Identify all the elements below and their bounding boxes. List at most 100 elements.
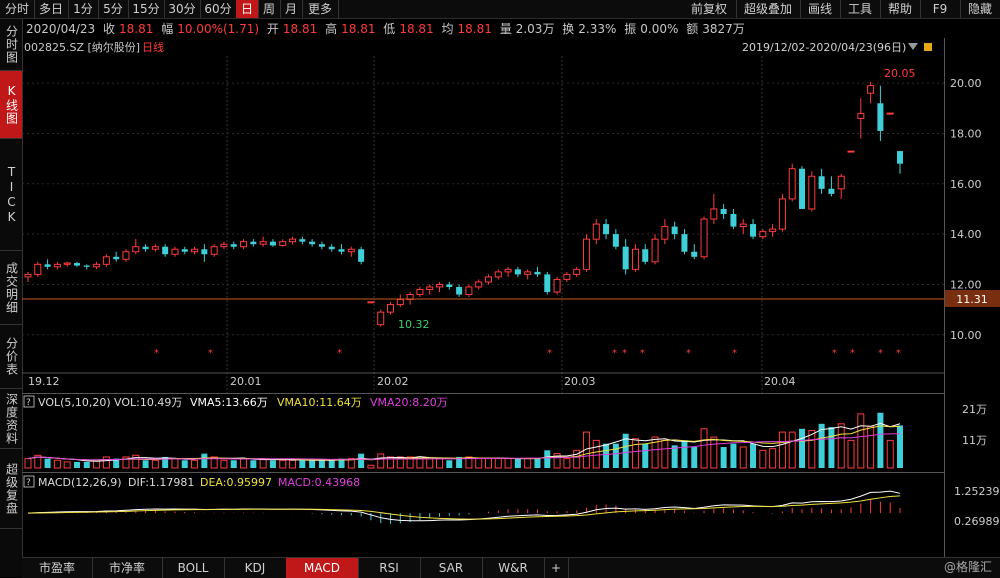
volume-bar (778, 431, 786, 469)
bottom-tab-0[interactable]: 市盈率 (22, 558, 93, 578)
vma10-value: VMA10:11.64万 (277, 396, 362, 409)
event-marker: * (896, 348, 901, 359)
candle-body (524, 271, 532, 275)
volume-bar (102, 456, 110, 469)
quote-high: 18.81 (341, 22, 376, 36)
candle-body (24, 273, 32, 278)
candle-body (484, 276, 492, 283)
candle-body (818, 176, 825, 189)
volume-bar (603, 443, 610, 468)
toolbar-right-item-6[interactable]: 隐藏 (960, 0, 1000, 18)
lock-icon[interactable] (924, 43, 932, 51)
candle-body (318, 244, 325, 247)
candle-body (828, 188, 835, 194)
quote-close: 18.81 (119, 22, 154, 36)
volume-bar (230, 460, 237, 468)
candle-body (201, 249, 208, 255)
low-annotation: 10.32 (398, 318, 430, 331)
date-axis: 19.12 20.01 20.02 20.03 20.04 (28, 375, 796, 388)
toolbar-item-8[interactable]: 周 (258, 0, 281, 18)
svg-text:?: ? (26, 478, 31, 488)
date-tick: 20.03 (564, 375, 596, 388)
quote-amplitude: 0.00% (640, 22, 679, 36)
candle-body (230, 244, 237, 247)
watermark: @格隆汇 (943, 560, 992, 574)
toolbar-right-item-2[interactable]: 画线 (800, 0, 841, 18)
candle-body (573, 268, 581, 275)
bottom-tab-3[interactable]: KDJ (224, 558, 287, 578)
toolbar-right-item-4[interactable]: 帮助 (880, 0, 921, 18)
volume-bar (867, 425, 875, 469)
volume-bar (631, 438, 639, 469)
candle-body (102, 256, 110, 265)
volume-bar (877, 412, 884, 468)
candle-body (83, 265, 90, 267)
volume-bar (759, 449, 767, 469)
volume-bar (544, 450, 551, 468)
candle-body (494, 271, 502, 278)
bottom-tab-1[interactable]: 市净率 (92, 558, 163, 578)
candle-body (367, 301, 375, 304)
toolbar-item-6[interactable]: 60分 (200, 0, 237, 18)
volume-bar (681, 440, 688, 468)
volume-bar (847, 439, 855, 469)
candle-body (720, 208, 727, 214)
toolbar-item-7[interactable]: 日 (236, 0, 259, 18)
volume-bar (563, 458, 571, 469)
candle-body (514, 269, 521, 275)
svg-text:?: ? (26, 398, 31, 408)
left-tab-1[interactable]: K线图 (0, 71, 22, 139)
left-tab-5[interactable]: 深度资料 (0, 389, 22, 449)
toolbar-item-5[interactable]: 30分 (164, 0, 201, 18)
left-tab-6[interactable]: 超级复盘 (0, 449, 22, 529)
candle-body (769, 228, 777, 233)
vma5-value: VMA5:13.66万 (190, 396, 268, 409)
volume-bar (318, 460, 325, 468)
bottom-tab-4[interactable]: MACD (286, 558, 359, 578)
toolbar-item-2[interactable]: 1分 (68, 0, 99, 18)
volume-bar (328, 460, 335, 468)
candle-body (338, 249, 345, 252)
volume-bar (63, 461, 71, 469)
left-tab-3[interactable]: 成交明细 (0, 251, 22, 325)
toolbar-item-4[interactable]: 15分 (128, 0, 165, 18)
candle-body (475, 281, 483, 288)
toolbar-right-item-5[interactable]: F9 (920, 0, 961, 18)
price-tick: 20.00 (950, 77, 982, 90)
volume-bar (799, 428, 806, 468)
candle-body (309, 241, 316, 245)
toolbar-item-9[interactable]: 月 (280, 0, 303, 18)
bottom-tab-5[interactable]: RSI (358, 558, 421, 578)
toolbar-item-0[interactable]: 分时 (0, 0, 35, 18)
volume-bar (720, 447, 727, 468)
toolbar-item-3[interactable]: 5分 (98, 0, 129, 18)
volume-bar (769, 448, 777, 469)
volume-bar (358, 453, 365, 468)
left-tab-4[interactable]: 分价表 (0, 325, 22, 389)
bottom-tab-2[interactable]: BOLL (162, 558, 225, 578)
bottom-tab-8[interactable]: + (544, 558, 569, 578)
quote-low-label: 低 (383, 22, 396, 36)
toolbar-right-item-0[interactable]: 前复权 (682, 0, 737, 18)
toolbar-item-1[interactable]: 多日 (34, 0, 69, 18)
candle-body (63, 262, 71, 265)
candle-body (358, 249, 365, 262)
toolbar-right-item-3[interactable]: 工具 (840, 0, 881, 18)
bottom-tab-7[interactable]: W&R (482, 558, 545, 578)
volume-bar (730, 443, 737, 468)
left-tabs: 分时图 K线图 TICK 成交明细 分价表 深度资料 超级复盘 (0, 19, 23, 577)
volume-bar (73, 461, 80, 468)
left-tab-0[interactable]: 分时图 (0, 19, 22, 71)
range-dropdown-icon[interactable] (908, 43, 918, 50)
toolbar-item-10[interactable]: 更多 (302, 0, 339, 18)
candle-body (612, 234, 619, 247)
candle-body (289, 238, 297, 243)
left-tab-2[interactable]: TICK (0, 139, 22, 251)
volume-bar (524, 458, 532, 469)
volume-bar (279, 459, 287, 469)
bottom-tab-6[interactable]: SAR (420, 558, 483, 578)
chart-area[interactable]: 002825.SZ [纳尔股份] 日线 2019/12/02-2020/04/2… (22, 38, 1000, 557)
toolbar-right-item-1[interactable]: 超级叠加 (736, 0, 801, 18)
volume-panel: ? VOL(5,10,20) VOL:10.49万 VMA5:13.66万 VM… (22, 393, 987, 469)
macd-tick-lo: 0.26989 (954, 515, 1000, 528)
